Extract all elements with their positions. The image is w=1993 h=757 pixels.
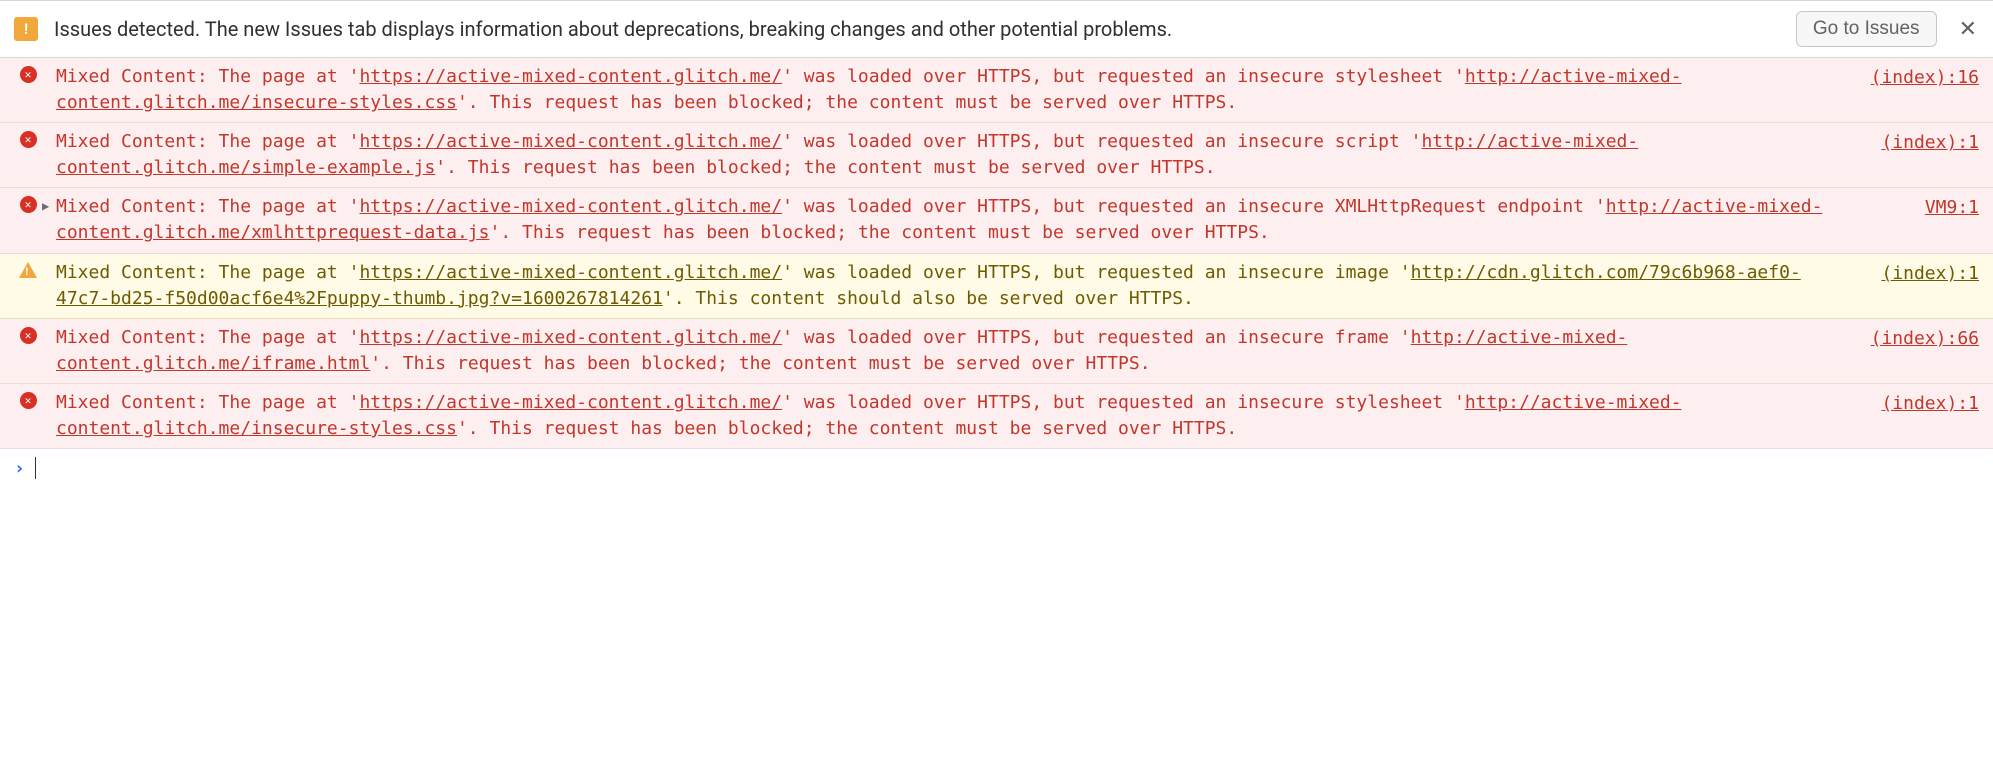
console-message: Mixed Content: The page at 'https://acti… bbox=[56, 194, 1907, 246]
expand-toggle bbox=[42, 260, 56, 264]
error-icon bbox=[20, 392, 37, 409]
prompt-chevron-icon: › bbox=[14, 458, 35, 479]
error-icon bbox=[20, 196, 37, 213]
page-url-link[interactable]: https://active-mixed-content.glitch.me/ bbox=[359, 196, 782, 217]
message-text: Mixed Content: The page at ' bbox=[56, 392, 359, 413]
console-entry: Mixed Content: The page at 'https://acti… bbox=[0, 384, 1993, 449]
message-text: '. This request has been blocked; the co… bbox=[489, 222, 1269, 243]
expand-toggle bbox=[42, 390, 56, 394]
source-link[interactable]: (index):1 bbox=[1863, 129, 1979, 156]
message-text: Mixed Content: The page at ' bbox=[56, 196, 359, 217]
console-message: Mixed Content: The page at 'https://acti… bbox=[56, 129, 1863, 181]
console-log-list: Mixed Content: The page at 'https://acti… bbox=[0, 58, 1993, 449]
console-prompt[interactable]: › bbox=[0, 449, 1993, 487]
source-link[interactable]: (index):66 bbox=[1853, 325, 1979, 352]
source-link[interactable]: VM9:1 bbox=[1907, 194, 1979, 221]
console-message: Mixed Content: The page at 'https://acti… bbox=[56, 390, 1863, 442]
console-entry: Mixed Content: The page at 'https://acti… bbox=[0, 254, 1993, 319]
message-text: ' was loaded over HTTPS, but requested a… bbox=[782, 196, 1606, 217]
console-entry: Mixed Content: The page at 'https://acti… bbox=[0, 319, 1993, 384]
triangle-right-icon: ▶ bbox=[42, 198, 49, 215]
page-url-link[interactable]: https://active-mixed-content.glitch.me/ bbox=[359, 66, 782, 87]
message-text: '. This request has been blocked; the co… bbox=[457, 92, 1237, 113]
expand-toggle bbox=[42, 129, 56, 133]
close-icon[interactable]: ✕ bbox=[1953, 17, 1979, 42]
message-text: '. This content should also be served ov… bbox=[663, 288, 1194, 309]
source-link[interactable]: (index):16 bbox=[1853, 64, 1979, 91]
error-icon bbox=[20, 66, 37, 83]
issues-badge-icon: ! bbox=[14, 17, 38, 41]
console-message: Mixed Content: The page at 'https://acti… bbox=[56, 260, 1863, 312]
message-text: '. This request has been blocked; the co… bbox=[435, 157, 1215, 178]
message-text: Mixed Content: The page at ' bbox=[56, 262, 359, 283]
go-to-issues-button[interactable]: Go to Issues bbox=[1796, 11, 1937, 47]
issues-bar: ! Issues detected. The new Issues tab di… bbox=[0, 0, 1993, 58]
console-entry: ▶ Mixed Content: The page at 'https://act… bbox=[0, 188, 1993, 253]
error-icon bbox=[20, 131, 37, 148]
message-text: ' was loaded over HTTPS, but requested a… bbox=[782, 392, 1465, 413]
issues-bar-message: Issues detected. The new Issues tab disp… bbox=[54, 17, 1780, 41]
message-text: Mixed Content: The page at ' bbox=[56, 327, 359, 348]
console-entry: Mixed Content: The page at 'https://acti… bbox=[0, 123, 1993, 188]
console-entry: Mixed Content: The page at 'https://acti… bbox=[0, 58, 1993, 123]
error-icon bbox=[20, 327, 37, 344]
source-link[interactable]: (index):1 bbox=[1863, 260, 1979, 287]
expand-toggle bbox=[42, 325, 56, 329]
message-text: ' was loaded over HTTPS, but requested a… bbox=[782, 327, 1411, 348]
message-text: Mixed Content: The page at ' bbox=[56, 66, 359, 87]
message-text: Mixed Content: The page at ' bbox=[56, 131, 359, 152]
message-text: ' was loaded over HTTPS, but requested a… bbox=[782, 262, 1411, 283]
source-link[interactable]: (index):1 bbox=[1863, 390, 1979, 417]
page-url-link[interactable]: https://active-mixed-content.glitch.me/ bbox=[359, 131, 782, 152]
message-text: ' was loaded over HTTPS, but requested a… bbox=[782, 66, 1465, 87]
console-message: Mixed Content: The page at 'https://acti… bbox=[56, 64, 1853, 116]
message-text: ' was loaded over HTTPS, but requested a… bbox=[782, 131, 1421, 152]
message-text: '. This request has been blocked; the co… bbox=[370, 353, 1150, 374]
console-message: Mixed Content: The page at 'https://acti… bbox=[56, 325, 1853, 377]
warning-icon bbox=[19, 262, 37, 278]
prompt-caret bbox=[35, 457, 36, 479]
page-url-link[interactable]: https://active-mixed-content.glitch.me/ bbox=[359, 327, 782, 348]
expand-toggle[interactable]: ▶ bbox=[42, 194, 56, 215]
page-url-link[interactable]: https://active-mixed-content.glitch.me/ bbox=[359, 392, 782, 413]
page-url-link[interactable]: https://active-mixed-content.glitch.me/ bbox=[359, 262, 782, 283]
message-text: '. This request has been blocked; the co… bbox=[457, 418, 1237, 439]
expand-toggle bbox=[42, 64, 56, 68]
